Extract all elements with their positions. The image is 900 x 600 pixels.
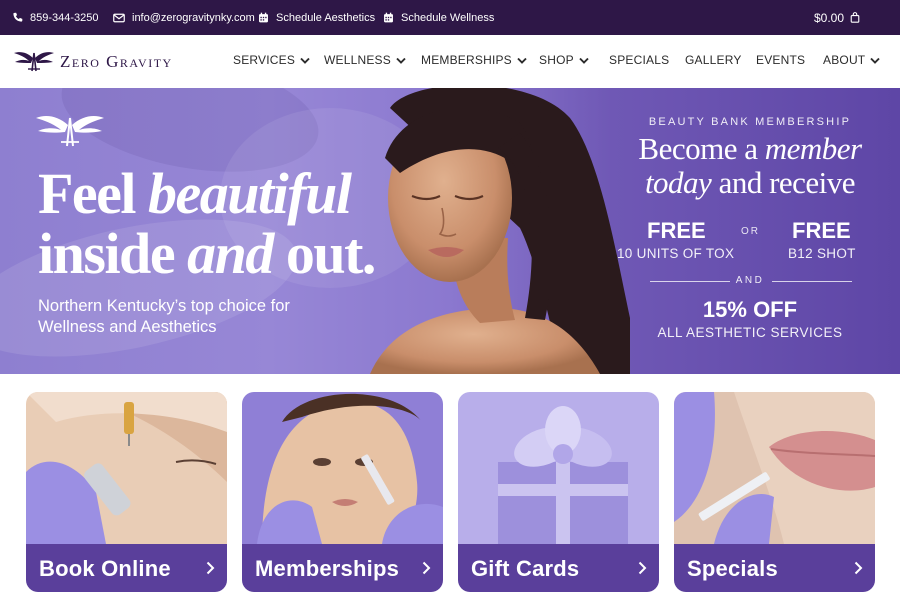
nav-shop-label: SHOP bbox=[539, 53, 574, 67]
nav-gallery-label: GALLERY bbox=[685, 53, 742, 67]
chevron-down-icon bbox=[396, 57, 406, 64]
nav-memberships-label: MEMBERSHIPS bbox=[421, 53, 512, 67]
hero-headline-line-1: Feel beautiful bbox=[38, 164, 375, 224]
promo-discount-detail: ALL AESTHETIC SERVICES bbox=[657, 325, 843, 340]
promo-free-b12-detail: B12 SHOT bbox=[788, 246, 856, 261]
schedule-wellness-link[interactable]: Schedule Wellness bbox=[383, 0, 494, 35]
chevron-down-icon bbox=[300, 57, 310, 64]
promo-headline-word: and receive bbox=[711, 165, 856, 200]
promo-headline-line-1: Become a member bbox=[600, 132, 900, 166]
chevron-right-icon bbox=[422, 561, 431, 575]
book-online-card[interactable]: Book Online bbox=[26, 392, 227, 592]
hero-headline-italic: beautiful bbox=[148, 161, 352, 226]
hero-headline-line-2: inside and out. bbox=[38, 221, 377, 286]
promo-headline-italic: today bbox=[644, 165, 712, 200]
nav-wellness-label: WELLNESS bbox=[324, 53, 391, 67]
hero-banner[interactable]: Feel beautiful inside and out. Northern … bbox=[0, 88, 900, 374]
card-label: Specials bbox=[687, 556, 778, 581]
nav-events[interactable]: EVENTS bbox=[756, 53, 805, 67]
nav-specials[interactable]: SPECIALS bbox=[609, 53, 669, 67]
promo-or: OR bbox=[741, 226, 760, 237]
schedule-aesthetics-label: Schedule Aesthetics bbox=[276, 11, 376, 24]
nav-specials-label: SPECIALS bbox=[609, 53, 670, 67]
calendar-icon bbox=[384, 12, 393, 23]
promo-headline-word: Become a bbox=[638, 131, 765, 166]
card-footer: Memberships bbox=[242, 544, 443, 592]
nav-wellness[interactable]: WELLNESS bbox=[324, 53, 406, 67]
site-header: Zero Gravity SERVICES WELLNESS MEMBERSHI… bbox=[0, 35, 900, 88]
phone-number: 859-344-3250 bbox=[30, 11, 99, 24]
hero-headline-word: out. bbox=[272, 221, 377, 286]
nav-services[interactable]: SERVICES bbox=[233, 53, 310, 67]
calendar-icon bbox=[259, 12, 268, 23]
phone-icon bbox=[13, 12, 23, 22]
hero-subtitle: Northern Kentucky’s top choice for Welln… bbox=[38, 297, 290, 336]
nav-about[interactable]: ABOUT bbox=[823, 53, 881, 67]
promo-headline-italic: member bbox=[764, 131, 862, 166]
chevron-right-icon bbox=[638, 561, 647, 575]
phone-link[interactable]: 859-344-3250 bbox=[12, 0, 99, 35]
nav-about-label: ABOUT bbox=[823, 53, 866, 67]
promo-free-tox-detail: 10 UNITS OF TOX bbox=[617, 246, 735, 261]
winged-emblem-icon bbox=[14, 52, 54, 72]
hero-headline-word: inside bbox=[38, 221, 188, 286]
memberships-card[interactable]: Memberships bbox=[242, 392, 443, 592]
cart-total: $0.00 bbox=[813, 10, 844, 25]
promo-and: AND bbox=[735, 275, 765, 286]
top-utility-bar: 859-344-3250 info@zerogravitynky.com Sch… bbox=[0, 0, 900, 35]
chevron-down-icon bbox=[870, 57, 881, 64]
gift-cards-card[interactable]: Gift Cards bbox=[458, 392, 659, 592]
hero-headline-italic: and bbox=[187, 221, 274, 286]
email-link[interactable]: info@zerogravitynky.com bbox=[113, 0, 255, 35]
promo-discount: 15% OFF bbox=[702, 297, 798, 322]
schedule-aesthetics-link[interactable]: Schedule Aesthetics bbox=[258, 0, 375, 35]
card-footer: Gift Cards bbox=[458, 544, 659, 592]
promo-headline-line-2: today and receive bbox=[600, 166, 900, 200]
card-label: Book Online bbox=[39, 556, 171, 581]
nav-events-label: EVENTS bbox=[756, 53, 806, 67]
chevron-down-icon bbox=[517, 57, 527, 64]
shopping-bag-icon bbox=[850, 12, 860, 23]
promo-eyebrow: BEAUTY BANK MEMBERSHIP bbox=[648, 116, 852, 128]
filler-injection-photo bbox=[242, 392, 443, 544]
envelope-icon bbox=[113, 13, 125, 22]
hero-headline-word: Feel bbox=[38, 161, 149, 226]
cart-link[interactable]: $0.00 bbox=[814, 0, 860, 35]
nav-shop[interactable]: SHOP bbox=[539, 53, 589, 67]
logo-wordmark: Zero Gravity bbox=[60, 52, 173, 71]
winged-emblem-icon bbox=[36, 116, 104, 147]
promo-free-b12: FREE bbox=[792, 218, 851, 243]
lip-filler-photo bbox=[674, 392, 875, 544]
card-footer: Specials bbox=[674, 544, 875, 592]
chevron-down-icon bbox=[579, 57, 589, 64]
card-label: Gift Cards bbox=[471, 556, 580, 581]
specials-card[interactable]: Specials bbox=[674, 392, 875, 592]
card-footer: Book Online bbox=[26, 544, 227, 592]
email-address: info@zerogravitynky.com bbox=[132, 11, 255, 24]
promo-divider bbox=[772, 281, 852, 282]
gift-box-photo bbox=[458, 392, 659, 544]
microneedling-photo bbox=[26, 392, 227, 544]
hero-model-image bbox=[370, 88, 630, 374]
nav-gallery[interactable]: GALLERY bbox=[685, 53, 742, 67]
chevron-right-icon bbox=[854, 561, 863, 575]
chevron-right-icon bbox=[206, 561, 215, 575]
nav-services-label: SERVICES bbox=[233, 53, 296, 67]
site-logo[interactable]: Zero Gravity bbox=[14, 47, 173, 77]
card-label: Memberships bbox=[255, 556, 400, 581]
membership-promo[interactable]: BEAUTY BANK MEMBERSHIP Become a member t… bbox=[600, 88, 900, 374]
promo-free-tox: FREE bbox=[647, 218, 706, 243]
nav-memberships[interactable]: MEMBERSHIPS bbox=[421, 53, 527, 67]
hero-headline: Feel beautiful inside and out. bbox=[38, 164, 377, 286]
schedule-wellness-label: Schedule Wellness bbox=[401, 11, 495, 24]
